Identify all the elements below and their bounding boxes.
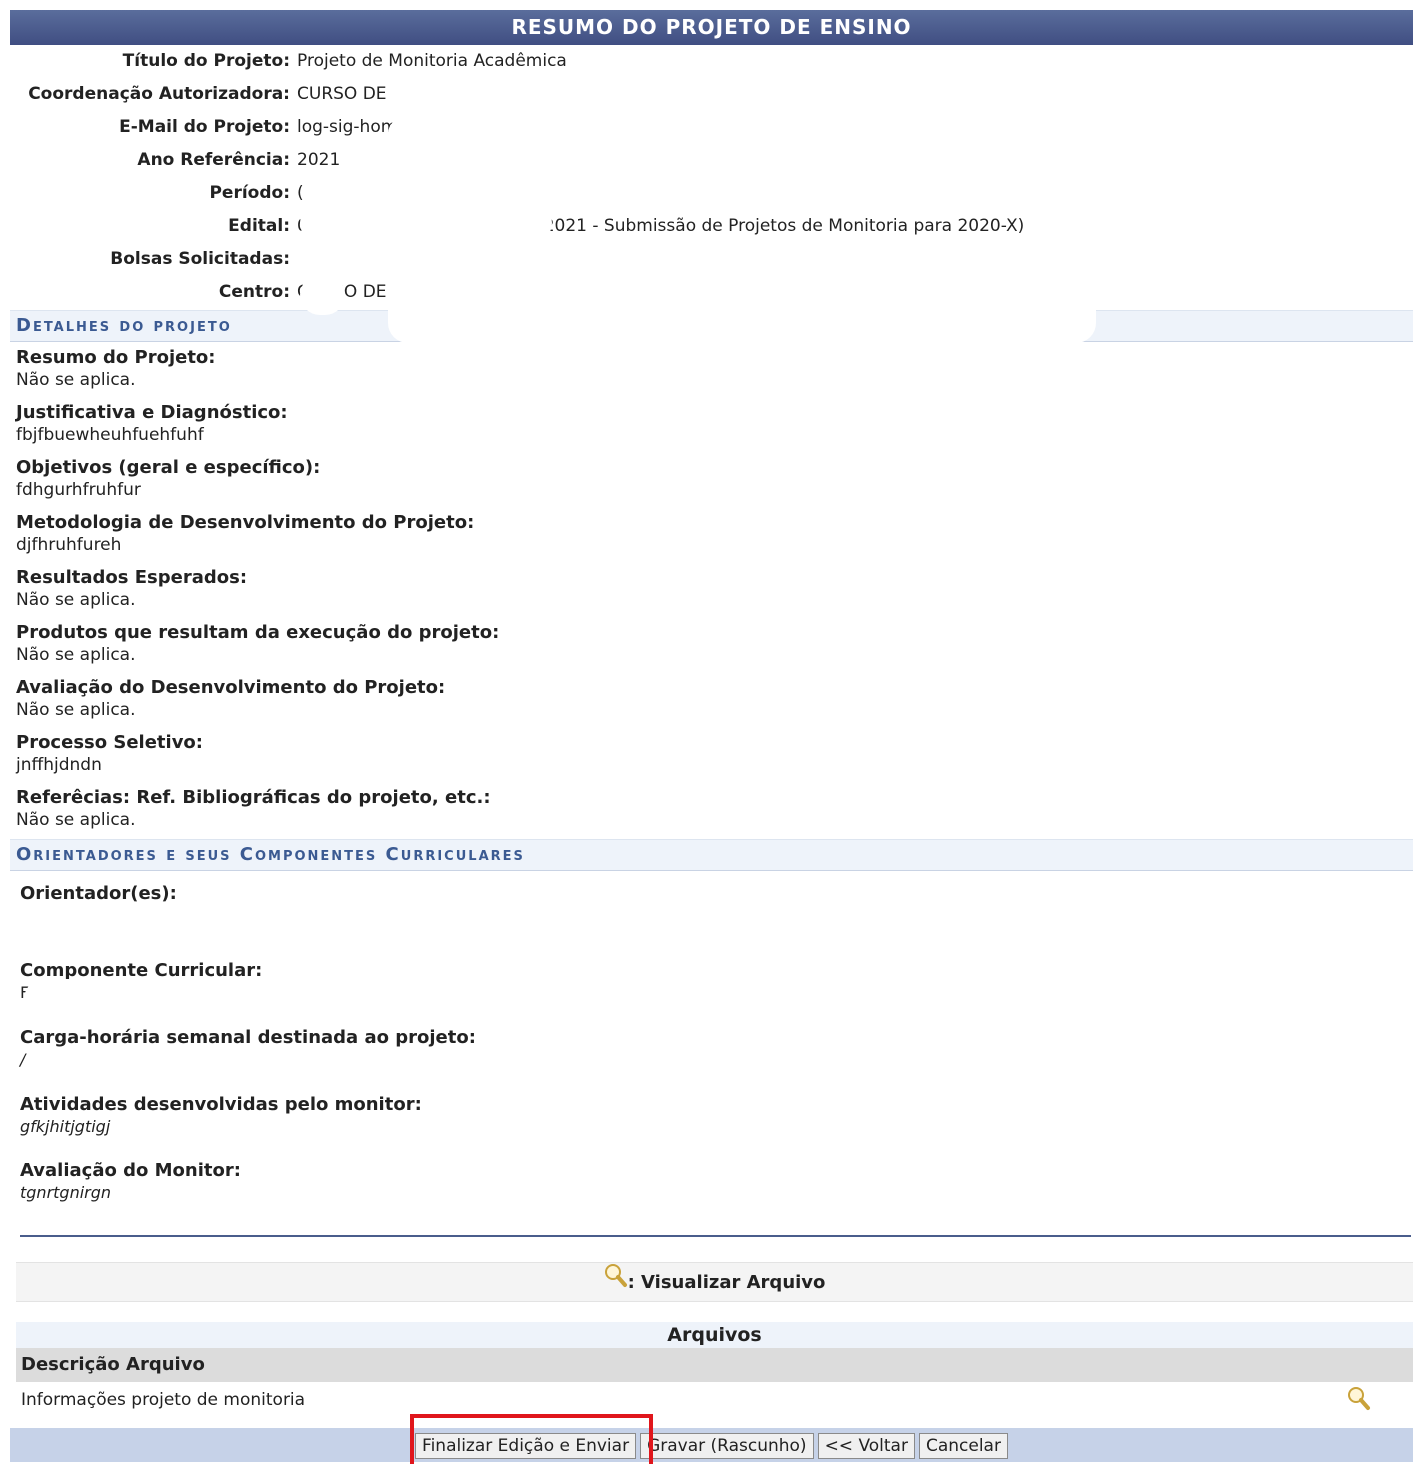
detail-title: Processo Seletivo:	[16, 732, 203, 753]
detail-value: jnffhjdndn	[16, 755, 102, 775]
orientadores-section: Orientador(es): Componente Curricular: F…	[10, 871, 1413, 1237]
column-header-descricao: Descrição Arquivo	[21, 1354, 205, 1375]
info-row-ano: Ano Referência: 2021	[10, 144, 1413, 176]
finalizar-enviar-button[interactable]: Finalizar Edição e Enviar	[415, 1433, 637, 1459]
detail-value: Não se aplica.	[16, 590, 136, 610]
redaction-mark	[300, 275, 345, 315]
detail-title: Resumo do Projeto:	[16, 347, 216, 368]
avaliacao-monitor-value: tgnrtgnirgn	[20, 1183, 112, 1202]
info-label: Período:	[209, 183, 290, 203]
detail-item: Avaliação do Desenvolvimento do Projeto:…	[16, 677, 1413, 732]
redaction-mark	[388, 285, 1096, 343]
magnifier-icon[interactable]	[1347, 1386, 1371, 1425]
info-row-edital: Edital: 000 (Edital PROGRAD Nº000/2021 -…	[10, 210, 1413, 242]
detail-title: Referêcias: Ref. Bibliográficas do proje…	[16, 787, 491, 808]
redaction-mark	[24, 979, 310, 1021]
info-value: CURSO DE	[297, 84, 387, 104]
detail-item: Objetivos (geral e específico): fdhgurhf…	[16, 457, 1413, 512]
detail-item: Referêcias: Ref. Bibliográficas do proje…	[16, 787, 1413, 839]
redaction-mark	[20, 911, 556, 955]
detail-title: Produtos que resultam da execução do pro…	[16, 622, 500, 643]
info-label: Centro:	[218, 282, 290, 302]
page-title: RESUMO DO PROJETO DE ENSINO	[10, 10, 1413, 45]
view-file-legend: : Visualizar Arquivo	[16, 1262, 1413, 1302]
project-info-section: Título do Projeto: Projeto de Monitoria …	[10, 45, 1413, 343]
info-label: Coordenação Autorizadora:	[28, 84, 290, 104]
detail-value: djfhruhfureh	[16, 535, 122, 555]
info-row-coordenacao: Coordenação Autorizadora: CURSO DE	[10, 78, 1413, 110]
redaction-mark	[24, 1046, 58, 1086]
view-file-legend-label: : Visualizar Arquivo	[627, 1272, 826, 1293]
detail-item: Resultados Esperados: Não se aplica.	[16, 567, 1413, 622]
detail-item: Metodologia de Desenvolvimento do Projet…	[16, 512, 1413, 567]
gravar-rascunho-button[interactable]: Gravar (Rascunho)	[640, 1433, 814, 1459]
detail-title: Resultados Esperados:	[16, 567, 248, 588]
detail-value: Não se aplica.	[16, 700, 136, 720]
detail-title: Justificativa e Diagnóstico:	[16, 402, 288, 423]
detail-title: Avaliação do Desenvolvimento do Projeto:	[16, 677, 446, 698]
project-summary-panel: RESUMO DO PROJETO DE ENSINO Título do Pr…	[10, 10, 1413, 1464]
info-row-bolsas: Bolsas Solicitadas:	[10, 243, 1413, 275]
project-details-section: Resumo do Projeto: Não se aplica. Justif…	[10, 342, 1413, 839]
carga-horaria-label: Carga-horária semanal destinada ao proje…	[20, 1027, 476, 1048]
file-description: Informações projeto de monitoria	[21, 1390, 306, 1410]
detail-title: Objetivos (geral e específico):	[16, 457, 321, 478]
info-value: 2021	[297, 150, 341, 170]
atividades-value: gfkjhitjgtigj	[20, 1117, 111, 1136]
section-divider	[20, 1235, 1411, 1237]
detail-value: Não se aplica.	[16, 645, 136, 665]
detail-item: Processo Seletivo: jnffhjdndn	[16, 732, 1413, 787]
redaction-mark	[388, 117, 550, 151]
magnifier-icon	[604, 1263, 628, 1303]
detail-item: Justificativa e Diagnóstico: fbjfbuewheu…	[16, 402, 1413, 457]
info-value: (	[297, 183, 304, 203]
detail-item: Produtos que resultam da execução do pro…	[16, 622, 1413, 677]
detail-value: Não se aplica.	[16, 370, 136, 390]
table-row: Informações projeto de monitoria	[16, 1382, 1413, 1418]
info-row-periodo: Período: (	[10, 177, 1413, 209]
avaliacao-monitor-label: Avaliação do Monitor:	[20, 1160, 241, 1181]
info-label: Bolsas Solicitadas:	[110, 249, 290, 269]
atividades-label: Atividades desenvolvidas pelo monitor:	[20, 1094, 422, 1115]
orientador-label: Orientador(es):	[20, 883, 177, 904]
info-row-email: E-Mail do Projeto: log-sig-hom@unila.edu…	[10, 111, 1413, 143]
orientadores-caption: Orientadores e seus Componentes Curricul…	[10, 839, 1413, 871]
detail-title: Metodologia de Desenvolvimento do Projet…	[16, 512, 475, 533]
detail-value: Não se aplica.	[16, 810, 136, 830]
componente-label: Componente Curricular:	[20, 960, 263, 981]
voltar-button[interactable]: << Voltar	[817, 1433, 915, 1459]
info-value: Projeto de Monitoria Acadêmica	[297, 51, 567, 71]
cancelar-button[interactable]: Cancelar	[918, 1433, 1008, 1459]
info-label: E-Mail do Projeto:	[119, 117, 290, 137]
info-label: Ano Referência:	[137, 150, 290, 170]
info-label: Título do Projeto:	[122, 51, 290, 71]
redaction-mark	[300, 203, 552, 243]
files-caption: Arquivos	[16, 1322, 1413, 1348]
detail-value: fbjfbuewheuhfuehfuhf	[16, 425, 204, 445]
files-table-header: Descrição Arquivo	[16, 1348, 1413, 1382]
info-label: Edital:	[228, 216, 290, 236]
detail-value: fdhgurhfruhfur	[16, 480, 141, 500]
info-row-titulo: Título do Projeto: Projeto de Monitoria …	[10, 45, 1413, 77]
detail-item: Resumo do Projeto: Não se aplica.	[16, 347, 1413, 402]
